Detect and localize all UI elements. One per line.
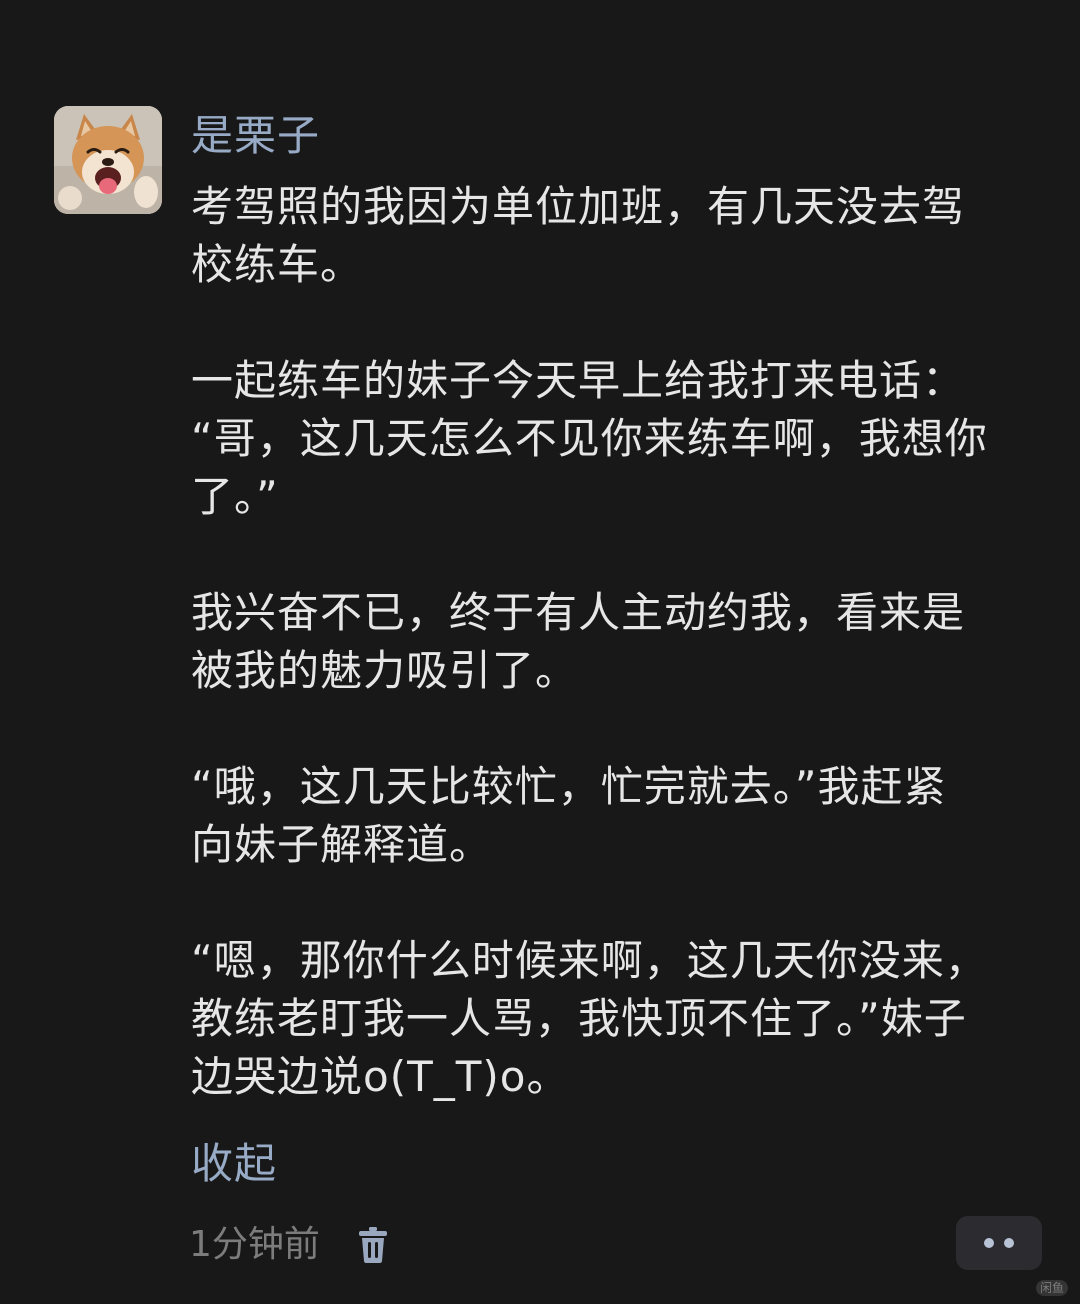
comment-paragraph: “嗯，那你什么时候来啊，这几天你没来， 教练老盯我一人骂，我快顶不住了。”妹子 … <box>191 932 1041 1106</box>
watermark: 闲鱼 <box>1036 1280 1069 1296</box>
text-line: 教练老盯我一人骂，我快顶不住了。”妹子 <box>191 994 967 1043</box>
more-dots-icon <box>984 1238 994 1248</box>
text-line: “哦，这几天比较忙，忙完就去。”我赶紧 <box>191 762 947 811</box>
username[interactable]: 是栗子 <box>191 110 320 162</box>
text-line: 考驾照的我因为单位加班，有几天没去驾 <box>191 182 966 231</box>
text-line: 向妹子解释道。 <box>191 820 493 869</box>
timestamp: 1分钟前 <box>189 1224 320 1265</box>
text-line: 边哭边说o(T_T)o。 <box>191 1052 570 1101</box>
text-line: 被我的魅力吸引了。 <box>191 646 579 695</box>
text-line: 一起练车的妹子今天早上给我打来电话： <box>191 356 966 405</box>
text-line: 了。” <box>191 472 279 521</box>
comment-post: 是栗子 考驾照的我因为单位加班，有几天没去驾 校练车。 一起练车的妹子今天早上给… <box>0 0 1080 1304</box>
comment-meta: 1分钟前 <box>189 1218 390 1272</box>
collapse-link[interactable]: 收起 <box>191 1136 277 1192</box>
delete-button[interactable] <box>356 1223 390 1267</box>
avatar[interactable] <box>54 106 162 214</box>
text-line: “哥，这几天怎么不见你来练车啊，我想你 <box>191 414 988 463</box>
text-line: 校练车。 <box>191 240 364 289</box>
text-line: 我兴奋不已，终于有人主动约我，看来是 <box>191 588 966 637</box>
text-line: “嗯，那你什么时候来啊，这几天你没来， <box>191 936 988 985</box>
shiba-dog-avatar-image <box>54 106 162 214</box>
comment-paragraph: 一起练车的妹子今天早上给我打来电话： “哥，这几天怎么不见你来练车啊，我想你 了… <box>191 352 1041 526</box>
more-options-button[interactable] <box>956 1216 1042 1270</box>
more-dots-icon <box>1004 1238 1014 1248</box>
comment-paragraph: 考驾照的我因为单位加班，有几天没去驾 校练车。 <box>191 178 1041 294</box>
comment-paragraph: “哦，这几天比较忙，忙完就去。”我赶紧 向妹子解释道。 <box>191 758 1041 874</box>
comment-content: 考驾照的我因为单位加班，有几天没去驾 校练车。 一起练车的妹子今天早上给我打来电… <box>191 178 1041 1164</box>
comment-paragraph: 我兴奋不已，终于有人主动约我，看来是 被我的魅力吸引了。 <box>191 584 1041 700</box>
trash-icon <box>358 1227 387 1263</box>
